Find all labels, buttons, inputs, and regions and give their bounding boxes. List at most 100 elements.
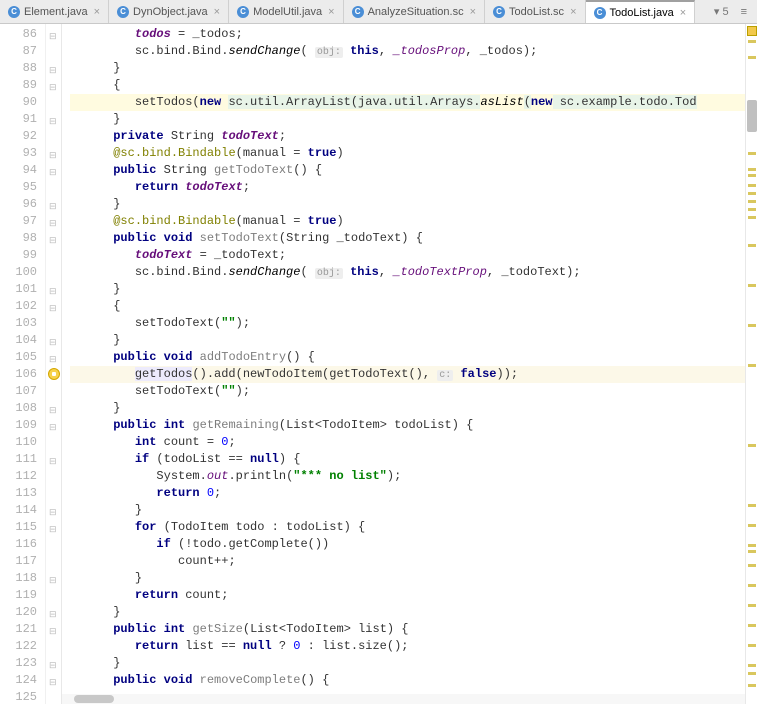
- stripe-mark[interactable]: [748, 624, 756, 627]
- stripe-mark[interactable]: [748, 192, 756, 195]
- code-line[interactable]: setTodos(new sc.util.ArrayList(java.util…: [70, 94, 745, 111]
- stripe-mark[interactable]: [748, 604, 756, 607]
- stripe-mark[interactable]: [748, 504, 756, 507]
- code-line[interactable]: private String todoText;: [70, 128, 745, 145]
- stripe-mark[interactable]: [748, 174, 756, 177]
- tab-close-icon[interactable]: ×: [214, 6, 220, 18]
- code-line[interactable]: for (TodoItem todo : todoList) {: [70, 519, 745, 536]
- code-line[interactable]: int count = 0;: [70, 434, 745, 451]
- stripe-mark[interactable]: [748, 284, 756, 287]
- stripe-mark[interactable]: [748, 672, 756, 675]
- tabs-overflow-button[interactable]: ▾ 5: [710, 5, 733, 18]
- tab-element-java[interactable]: CElement.java×: [0, 0, 109, 23]
- fold-toggle-icon[interactable]: ⊟: [49, 233, 57, 250]
- horizontal-scrollbar-thumb[interactable]: [74, 695, 114, 703]
- analysis-status-icon[interactable]: [747, 26, 757, 36]
- code-line[interactable]: @sc.bind.Bindable(manual = true): [70, 213, 745, 230]
- code-line[interactable]: public void removeComplete() {: [70, 672, 745, 689]
- stripe-mark[interactable]: [748, 664, 756, 667]
- fold-toggle-icon[interactable]: ⊟: [49, 301, 57, 318]
- code-line[interactable]: }: [70, 502, 745, 519]
- stripe-mark[interactable]: [748, 544, 756, 547]
- fold-toggle-icon[interactable]: ⊟: [49, 505, 57, 522]
- stripe-mark[interactable]: [748, 324, 756, 327]
- tab-todolist-java[interactable]: CTodoList.java×: [586, 0, 696, 23]
- fold-toggle-icon[interactable]: ⊟: [49, 80, 57, 97]
- stripe-mark[interactable]: [748, 40, 756, 43]
- fold-toggle-icon[interactable]: ⊟: [49, 403, 57, 420]
- stripe-mark[interactable]: [748, 684, 756, 687]
- fold-toggle-icon[interactable]: ⊟: [49, 675, 57, 692]
- stripe-mark[interactable]: [748, 216, 756, 219]
- stripe-mark[interactable]: [748, 200, 756, 203]
- code-line[interactable]: public void setTodoText(String _todoText…: [70, 230, 745, 247]
- fold-toggle-icon[interactable]: ⊟: [49, 199, 57, 216]
- code-line[interactable]: }: [70, 604, 745, 621]
- error-stripe[interactable]: [745, 24, 757, 704]
- code-line[interactable]: {: [70, 298, 745, 315]
- stripe-mark[interactable]: [748, 550, 756, 553]
- stripe-mark[interactable]: [748, 364, 756, 367]
- code-line[interactable]: setTodoText("");: [70, 315, 745, 332]
- stripe-mark[interactable]: [748, 168, 756, 171]
- fold-toggle-icon[interactable]: ⊟: [49, 29, 57, 46]
- stripe-mark[interactable]: [748, 644, 756, 647]
- fold-toggle-icon[interactable]: ⊟: [49, 114, 57, 131]
- tab-modelutil-java[interactable]: CModelUtil.java×: [229, 0, 344, 23]
- code-line[interactable]: }: [70, 655, 745, 672]
- tab-close-icon[interactable]: ×: [470, 6, 476, 18]
- code-line[interactable]: sc.bind.Bind.sendChange( obj: this, _tod…: [70, 43, 745, 60]
- code-line[interactable]: public String getTodoText() {: [70, 162, 745, 179]
- tab-close-icon[interactable]: ×: [94, 6, 100, 18]
- code-line[interactable]: }: [70, 332, 745, 349]
- fold-toggle-icon[interactable]: ⊟: [49, 165, 57, 182]
- fold-toggle-icon[interactable]: ⊟: [49, 216, 57, 233]
- code-line[interactable]: @sc.bind.Bindable(manual = true): [70, 145, 745, 162]
- code-line[interactable]: if (todoList == null) {: [70, 451, 745, 468]
- code-line[interactable]: todoText = _todoText;: [70, 247, 745, 264]
- tab-todolist-sc[interactable]: CTodoList.sc×: [485, 0, 585, 23]
- fold-toggle-icon[interactable]: ⊟: [49, 420, 57, 437]
- tab-close-icon[interactable]: ×: [680, 7, 686, 19]
- code-line[interactable]: }: [70, 570, 745, 587]
- code-line[interactable]: return list == null ? 0 : list.size();: [70, 638, 745, 655]
- fold-toggle-icon[interactable]: ⊟: [49, 148, 57, 165]
- intention-bulb-icon[interactable]: [48, 368, 60, 380]
- code-line[interactable]: getTodos().add(newTodoItem(getTodoText()…: [70, 366, 745, 383]
- stripe-mark[interactable]: [748, 584, 756, 587]
- code-line[interactable]: todos = _todos;: [70, 26, 745, 43]
- code-line[interactable]: }: [70, 400, 745, 417]
- stripe-mark[interactable]: [748, 208, 756, 211]
- stripe-mark[interactable]: [748, 244, 756, 247]
- code-line[interactable]: sc.bind.Bind.sendChange( obj: this, _tod…: [70, 264, 745, 281]
- tab-close-icon[interactable]: ×: [570, 6, 576, 18]
- code-line[interactable]: public void addTodoEntry() {: [70, 349, 745, 366]
- code-line[interactable]: }: [70, 281, 745, 298]
- code-line[interactable]: }: [70, 196, 745, 213]
- code-line[interactable]: setTodoText("");: [70, 383, 745, 400]
- code-line[interactable]: return todoText;: [70, 179, 745, 196]
- fold-toggle-icon[interactable]: ⊟: [49, 454, 57, 471]
- vertical-scrollbar-thumb[interactable]: [747, 100, 757, 132]
- fold-toggle-icon[interactable]: ⊟: [49, 522, 57, 539]
- code-line[interactable]: if (!todo.getComplete()): [70, 536, 745, 553]
- stripe-mark[interactable]: [748, 152, 756, 155]
- fold-toggle-icon[interactable]: ⊟: [49, 352, 57, 369]
- code-line[interactable]: System.out.println("*** no list");: [70, 468, 745, 485]
- fold-toggle-icon[interactable]: ⊟: [49, 63, 57, 80]
- fold-toggle-icon[interactable]: ⊟: [49, 284, 57, 301]
- tabs-menu-button[interactable]: ≡: [737, 6, 751, 18]
- code-line[interactable]: return count;: [70, 587, 745, 604]
- stripe-mark[interactable]: [748, 444, 756, 447]
- tab-analyzesituation-sc[interactable]: CAnalyzeSituation.sc×: [344, 0, 485, 23]
- code-line[interactable]: count++;: [70, 553, 745, 570]
- code-line[interactable]: }: [70, 111, 745, 128]
- stripe-mark[interactable]: [748, 524, 756, 527]
- code-line[interactable]: return 0;: [70, 485, 745, 502]
- tab-close-icon[interactable]: ×: [328, 6, 334, 18]
- fold-toggle-icon[interactable]: ⊟: [49, 335, 57, 352]
- code-line[interactable]: public int getRemaining(List<TodoItem> t…: [70, 417, 745, 434]
- code-area[interactable]: todos = _todos; sc.bind.Bind.sendChange(…: [62, 24, 745, 704]
- horizontal-scrollbar[interactable]: [62, 694, 745, 704]
- tab-dynobject-java[interactable]: CDynObject.java×: [109, 0, 229, 23]
